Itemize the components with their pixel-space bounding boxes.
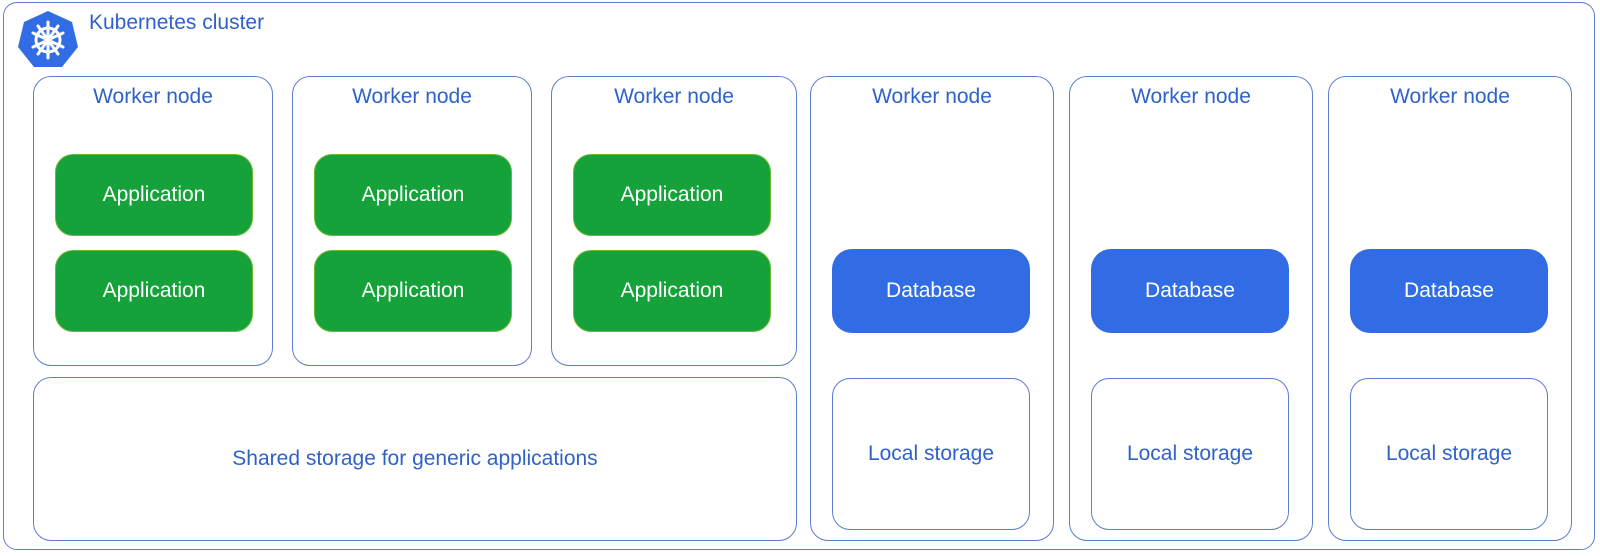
worker-node-title: Worker node (352, 85, 472, 108)
worker-node-app-2: Worker node Application Application (292, 76, 532, 366)
worker-node-db-2: Worker node Database Local storage (1069, 76, 1313, 541)
shared-storage: Shared storage for generic applications (33, 377, 797, 541)
database-box: Database (1091, 249, 1289, 333)
application-box: Application (573, 154, 771, 236)
worker-node-title: Worker node (93, 85, 213, 108)
application-box: Application (55, 154, 253, 236)
application-box: Application (55, 250, 253, 332)
local-storage-box: Local storage (1350, 378, 1548, 530)
application-box: Application (314, 250, 512, 332)
worker-node-title: Worker node (872, 85, 992, 108)
application-box: Application (314, 154, 512, 236)
worker-node-db-1: Worker node Database Local storage (810, 76, 1054, 541)
database-box: Database (1350, 249, 1548, 333)
worker-node-db-3: Worker node Database Local storage (1328, 76, 1572, 541)
cluster-title: Kubernetes cluster (89, 11, 265, 34)
worker-node-app-3: Worker node Application Application (551, 76, 797, 366)
worker-node-title: Worker node (1390, 85, 1510, 108)
database-box: Database (832, 249, 1030, 333)
local-storage-box: Local storage (1091, 378, 1289, 530)
application-box: Application (573, 250, 771, 332)
kubernetes-logo-icon (18, 11, 78, 67)
local-storage-box: Local storage (832, 378, 1030, 530)
worker-node-title: Worker node (1131, 85, 1251, 108)
worker-node-app-1: Worker node Application Application (33, 76, 273, 366)
worker-node-title: Worker node (614, 85, 734, 108)
